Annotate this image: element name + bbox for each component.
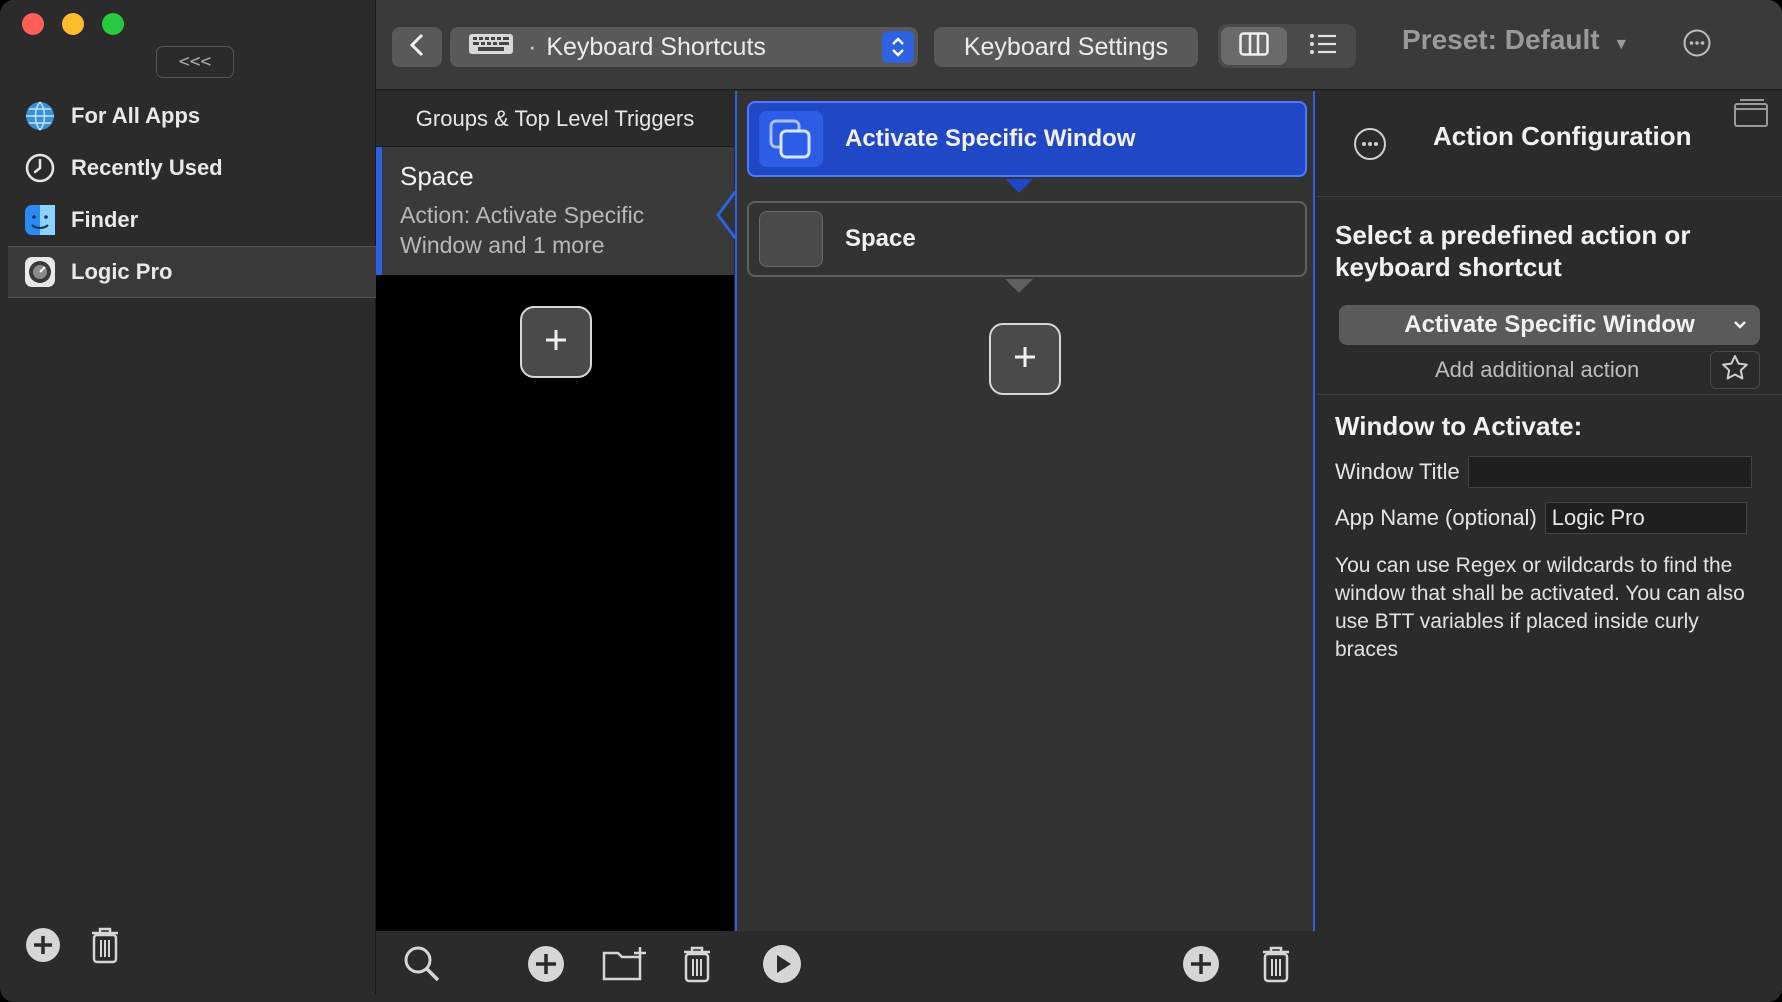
window-title-input[interactable] [1467,456,1752,488]
logic-pro-icon [24,256,56,288]
triggers-column: Groups & Top Level Triggers Space Action… [376,91,736,931]
toolbar: · Keyboard Shortcuts Keyboard Settings P… [376,0,1782,90]
sidebar-item-recently-used[interactable]: Recently Used [8,142,376,194]
preset-selector[interactable]: Preset: Default ▼ [1402,24,1629,56]
sidebar: <<< For All Apps Recently Used Finder Lo… [8,0,376,994]
app-name-label: App Name (optional) [1335,505,1537,530]
app-list: For All Apps Recently Used Finder Logic … [8,90,376,298]
delete-trigger-button[interactable] [680,944,714,989]
config-header: Action Configuration [1317,91,1782,197]
app-window: <<< For All Apps Recently Used Finder Lo… [0,0,1782,1002]
app-name-input[interactable]: Logic Pro [1544,502,1747,534]
delete-action-button[interactable] [1259,944,1293,989]
action-label: Activate Specific Window [845,125,1136,152]
sidebar-item-logic-pro[interactable]: Logic Pro [8,246,376,298]
search-icon[interactable] [402,944,442,989]
bullet-dot: · [528,32,537,61]
sidebar-item-for-all-apps[interactable]: For All Apps [8,90,376,142]
card-connector [1005,179,1033,193]
trigger-type-label: Keyboard Shortcuts [546,32,766,61]
selected-action-label: Activate Specific Window [1404,311,1695,338]
windows-stack-icon [759,111,823,167]
preset-label: Preset: Default [1402,24,1600,55]
plus-icon [1011,343,1039,376]
keyboard-icon [468,33,514,62]
collapse-sidebar-button[interactable]: <<< [156,46,234,78]
finder-icon [24,204,56,236]
action-card-activate-specific-window[interactable]: Activate Specific Window [747,101,1307,177]
trigger-description: Action: Activate Specific Window and 1 m… [400,202,645,258]
app-name-row: App Name (optional) Logic Pro [1317,502,1782,534]
add-additional-action-button[interactable]: Add additional action [1435,357,1639,383]
sidebar-item-label: Recently Used [71,155,223,180]
column-view-button[interactable] [1221,27,1287,65]
star-icon [1721,354,1749,387]
add-trigger-button[interactable] [520,306,592,378]
sidebar-item-label: Finder [71,207,139,232]
add-folder-button[interactable] [602,945,648,988]
add-additional-action-row: Add additional action [1317,345,1782,395]
actions-column: Activate Specific Window Space [735,91,1315,931]
plus-icon [542,326,570,359]
card-connector [1005,279,1033,293]
window-title-label: Window Title [1335,459,1460,484]
zoom-window-button[interactable] [102,13,124,35]
action-label: Space [845,225,916,252]
favorite-button[interactable] [1710,351,1760,389]
ellipsis-circle-icon[interactable] [1353,127,1387,166]
trigger-name: Space [400,161,474,191]
triggers-header: Groups & Top Level Triggers [376,91,734,147]
predefined-action-dropdown[interactable]: Activate Specific Window [1339,305,1760,345]
add-action-footer-button[interactable] [1181,944,1221,989]
list-icon [1309,33,1337,60]
keyboard-settings-button[interactable]: Keyboard Settings [934,27,1198,67]
add-action-button[interactable] [989,323,1061,395]
trigger-type-select[interactable]: · Keyboard Shortcuts [450,27,918,67]
caret-down-icon: ▼ [1613,36,1630,53]
clock-icon [24,152,56,184]
window-to-activate-heading: Window to Activate: [1335,411,1583,441]
chevron-left-icon [408,33,426,62]
add-trigger-footer-button[interactable] [526,944,566,989]
triggers-bottom-bar [376,931,734,1002]
back-button[interactable] [392,27,442,67]
action-card-space[interactable]: Space [747,201,1307,277]
window-title-row: Window Title [1317,456,1782,488]
sidebar-item-label: For All Apps [71,103,201,128]
close-window-button[interactable] [22,13,44,35]
selection-pointer-icon [716,191,736,239]
sidebar-item-finder[interactable]: Finder [8,194,376,246]
list-view-button[interactable] [1290,24,1356,68]
columns-icon [1239,31,1269,61]
detach-window-icon[interactable] [1734,99,1768,132]
view-mode-segmented-control [1218,24,1356,68]
help-text: You can use Regex or wildcards to find t… [1335,554,1745,661]
actions-bottom-bar [737,931,1315,1002]
sidebar-item-label: Logic Pro [71,259,173,284]
play-icon[interactable] [761,943,803,990]
delete-app-button[interactable] [88,925,122,970]
globe-icon [24,100,56,132]
ellipsis-circle-icon [1682,29,1712,62]
up-down-chevron-icon [882,31,914,63]
config-subtitle: Select a predefined action or keyboard s… [1335,220,1691,282]
add-app-button[interactable] [24,926,62,969]
minimize-window-button[interactable] [62,13,84,35]
trigger-row[interactable]: Space Action: Activate Specific Window a… [376,147,736,275]
sidebar-footer [24,925,122,970]
config-title: Action Configuration [1433,121,1692,151]
empty-action-icon [759,211,823,267]
action-configuration-panel: Action Configuration Select a predefined… [1317,91,1782,1002]
more-options-button[interactable] [1682,28,1712,63]
